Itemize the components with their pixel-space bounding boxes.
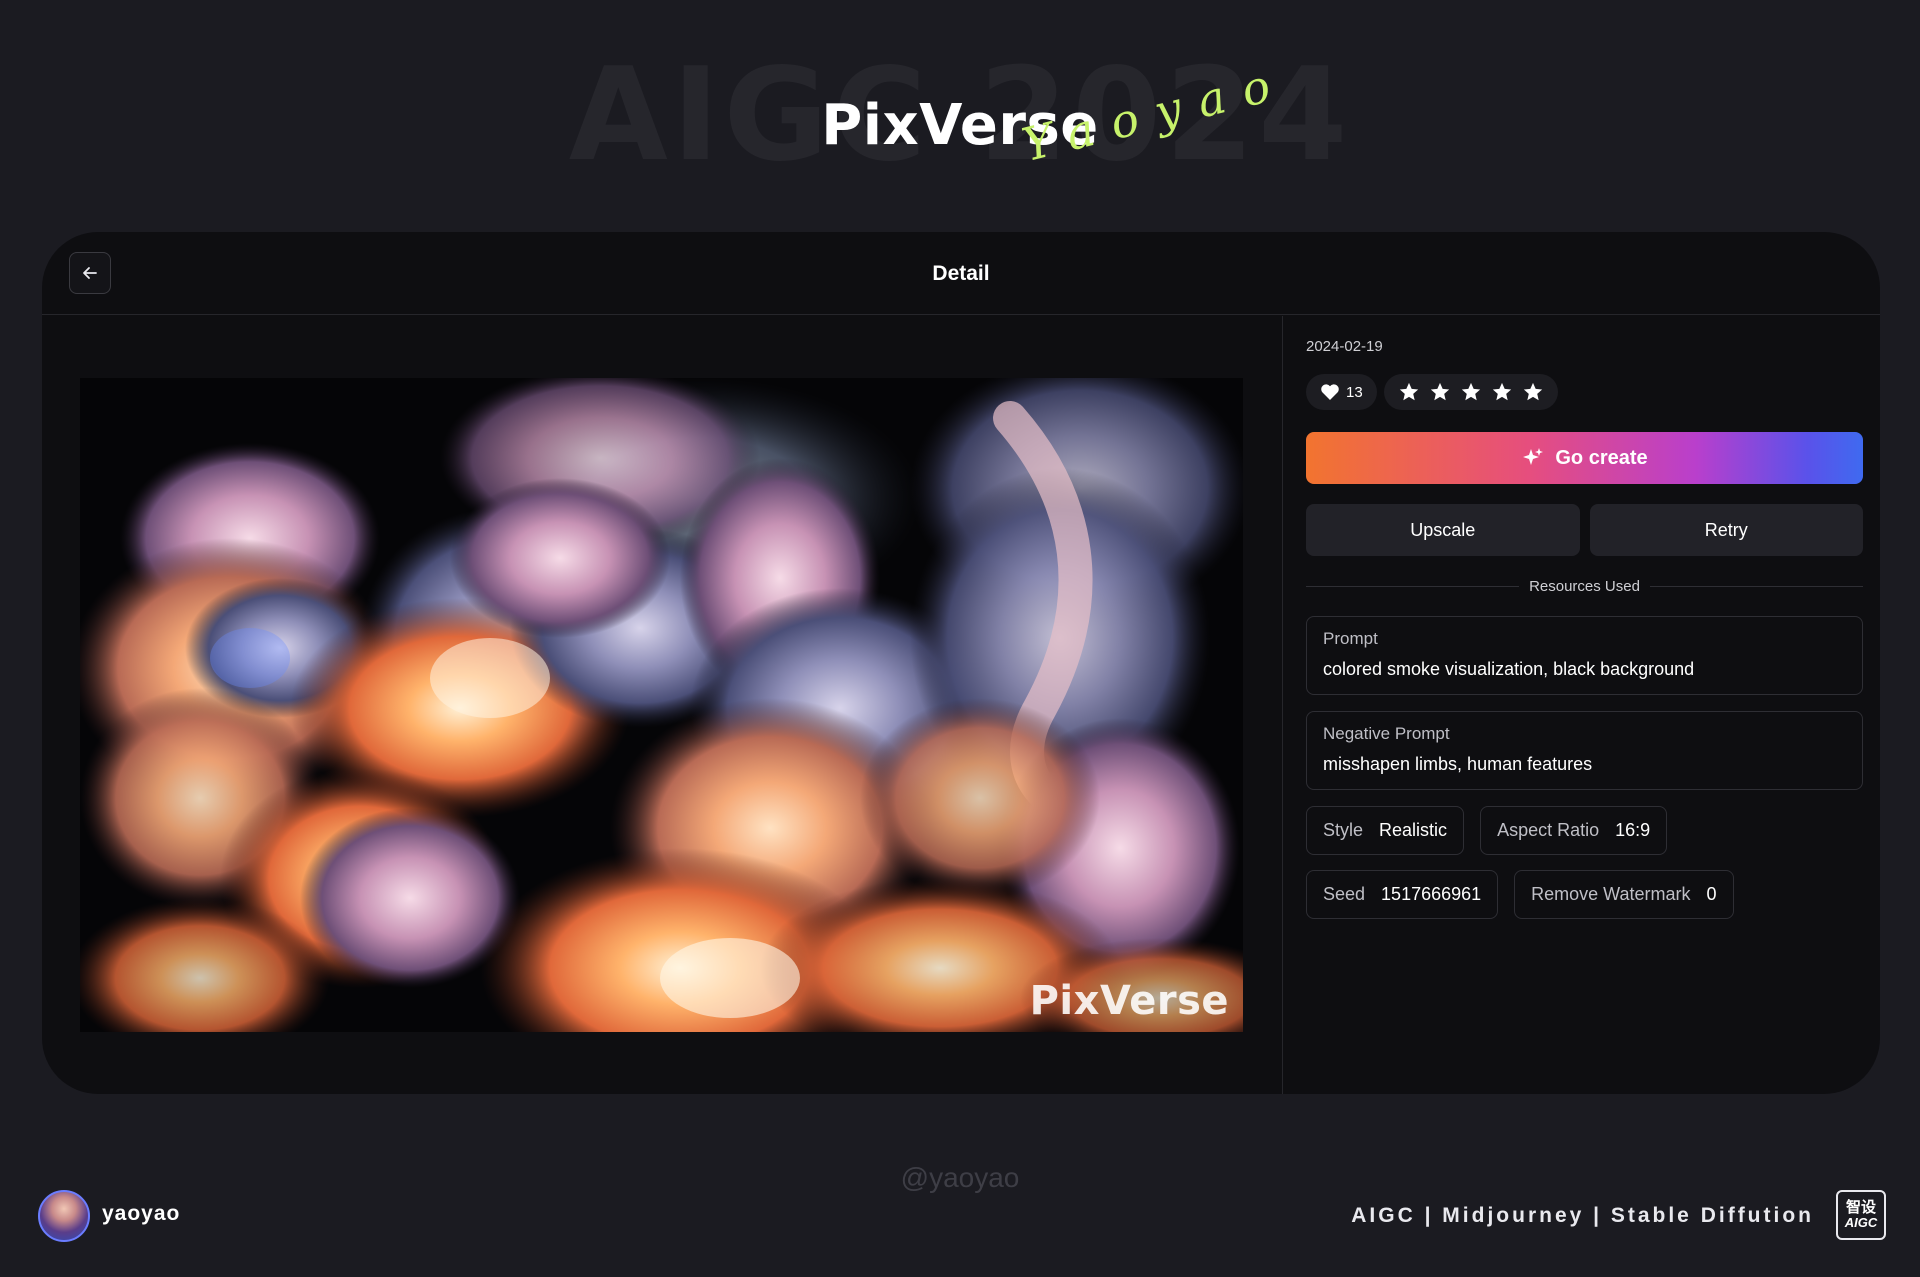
star-icon[interactable]: [1522, 381, 1544, 403]
prompt-value: colored smoke visualization, black backg…: [1323, 659, 1695, 679]
author-handle: @yaoyao: [900, 1162, 1020, 1193]
rating-stars[interactable]: [1384, 374, 1558, 410]
creation-date: 2024-02-19: [1306, 338, 1383, 355]
seed-value: 1517666961: [1381, 884, 1482, 904]
star-icon[interactable]: [1398, 381, 1420, 403]
detail-card: Detail PixVerse 2024-02-19 13 Go create …: [42, 232, 1880, 1094]
seed-label: Seed: [1323, 884, 1366, 904]
param-row-2: Seed 1517666961 Remove Watermark 0: [1306, 870, 1734, 919]
page: AIGC 2024 PixVerse Yaoyao Detail PixVers…: [0, 0, 1920, 1277]
aigc-logo: 智设 AIGC: [1836, 1190, 1886, 1240]
preview-area: PixVerse: [42, 316, 1283, 1094]
like-button[interactable]: 13: [1306, 374, 1377, 410]
sparkle-icon: [1523, 448, 1544, 465]
star-icon[interactable]: [1460, 381, 1482, 403]
aspect-ratio-label: Aspect Ratio: [1497, 820, 1600, 840]
heart-icon: [1321, 384, 1339, 400]
footer-tagline: AIGC | Midjourney | Stable Diffution: [1351, 1204, 1814, 1227]
avatar[interactable]: [38, 1190, 90, 1242]
video-preview[interactable]: PixVerse: [80, 378, 1243, 1032]
retry-button[interactable]: Retry: [1589, 504, 1863, 556]
aspect-ratio-chip: Aspect Ratio 16:9: [1480, 806, 1668, 855]
page-title: Detail: [932, 262, 990, 285]
aspect-ratio-value: 16:9: [1615, 820, 1651, 840]
logo-en-text: AIGC: [1844, 1215, 1878, 1231]
style-value: Realistic: [1379, 820, 1448, 840]
logo-cn-text: 智设: [1845, 1199, 1876, 1217]
go-create-button[interactable]: Go create: [1306, 432, 1863, 484]
card-header: Detail: [42, 232, 1880, 315]
negative-prompt-label: Negative Prompt: [1323, 724, 1450, 743]
like-count: 13: [1346, 383, 1363, 401]
upscale-button[interactable]: Upscale: [1306, 504, 1580, 556]
style-chip: Style Realistic: [1306, 806, 1465, 855]
remove-watermark-label: Remove Watermark: [1531, 884, 1691, 904]
detail-sidebar: 2024-02-19 13 Go create Upscale Retry Re…: [1306, 316, 1864, 1094]
action-buttons: Upscale Retry: [1306, 504, 1863, 556]
seed-chip: Seed 1517666961: [1306, 870, 1499, 919]
negative-prompt-box: Negative Prompt misshapen limbs, human f…: [1306, 711, 1863, 790]
prompt-label: Prompt: [1323, 629, 1378, 648]
remove-watermark-value: 0: [1706, 884, 1717, 904]
star-icon[interactable]: [1491, 381, 1513, 403]
brand-title: PixVerse: [821, 93, 1099, 158]
resources-label: Resources Used: [1529, 577, 1640, 595]
param-row-1: Style Realistic Aspect Ratio 16:9: [1306, 806, 1668, 855]
star-icon[interactable]: [1429, 381, 1451, 403]
negative-prompt-value: misshapen limbs, human features: [1323, 754, 1593, 774]
preview-watermark: PixVerse: [1029, 978, 1229, 1024]
prompt-box: Prompt colored smoke visualization, blac…: [1306, 616, 1863, 695]
style-label: Style: [1323, 820, 1364, 840]
go-create-label: Go create: [1555, 446, 1648, 469]
smoke-image: [80, 378, 1243, 1032]
username[interactable]: yaoyao: [102, 1202, 180, 1226]
resources-divider: Resources Used: [1306, 576, 1864, 596]
remove-watermark-chip: Remove Watermark 0: [1514, 870, 1734, 919]
